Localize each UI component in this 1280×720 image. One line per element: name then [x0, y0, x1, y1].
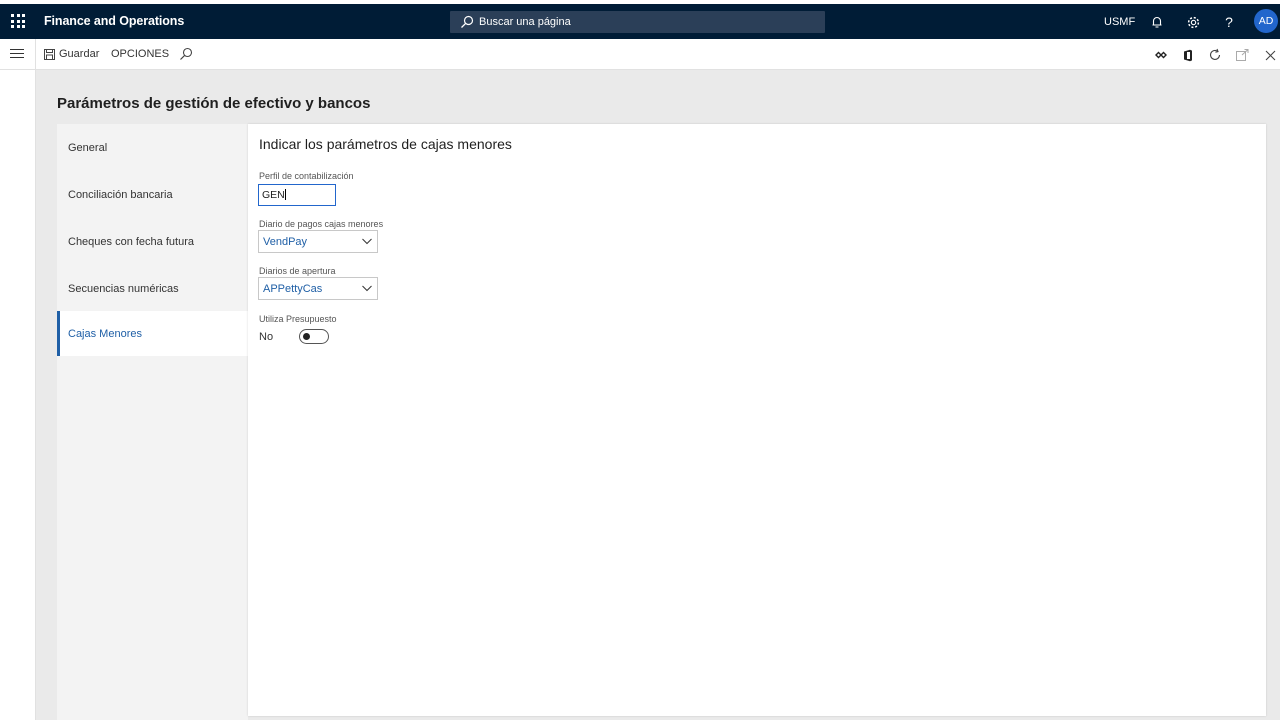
petty-cash-journal-select[interactable]: VendPay [258, 230, 378, 253]
petty-cash-panel [248, 124, 1266, 716]
opening-journal-value: APPettyCas [263, 283, 323, 295]
text-cursor [284, 189, 286, 200]
chevron-down-icon [362, 285, 372, 292]
page-search-box[interactable]: Buscar una página [450, 11, 825, 33]
save-icon [44, 48, 55, 60]
posting-profile-label: Perfil de contabilización [259, 171, 354, 181]
office-icon[interactable] [1180, 47, 1196, 63]
action-bar: Guardar OPCIONES [0, 39, 1280, 70]
hamburger-menu-icon[interactable] [10, 49, 24, 61]
toggle-knob [303, 333, 310, 340]
open-new-window-icon[interactable] [1234, 47, 1250, 63]
refresh-icon[interactable] [1207, 47, 1223, 63]
avatar[interactable]: AD [1254, 9, 1278, 33]
opening-journal-select[interactable]: APPettyCas [258, 277, 378, 300]
chevron-down-icon [362, 238, 372, 245]
use-budget-toggle[interactable] [299, 329, 329, 344]
nav-item-postdated-checks[interactable]: Cheques con fecha futura [57, 219, 248, 264]
gear-icon[interactable] [1182, 11, 1204, 33]
nav-item-number-sequences[interactable]: Secuencias numéricas [57, 266, 248, 311]
settings-nav: General Conciliación bancaria Cheques co… [57, 124, 248, 720]
nav-item-general[interactable]: General [57, 125, 248, 170]
help-icon[interactable]: ? [1218, 11, 1240, 33]
bell-icon[interactable] [1146, 11, 1168, 33]
search-placeholder: Buscar una página [479, 16, 571, 28]
diamond-link-icon[interactable] [1153, 47, 1169, 63]
nav-item-bank-reconciliation[interactable]: Conciliación bancaria [57, 172, 248, 217]
petty-cash-journal-value: VendPay [263, 236, 308, 248]
save-button[interactable]: Guardar [44, 48, 99, 60]
panel-title: Indicar los parámetros de cajas menores [259, 136, 512, 152]
close-icon[interactable] [1262, 47, 1278, 63]
nav-item-petty-cash[interactable]: Cajas Menores [57, 311, 248, 356]
posting-profile-value: GEN [262, 189, 285, 201]
page-title: Parámetros de gestión de efectivo y banc… [57, 95, 371, 112]
posting-profile-input[interactable]: GEN [258, 184, 336, 206]
company-picker[interactable]: USMF [1104, 16, 1135, 28]
app-launcher-icon[interactable] [11, 14, 25, 28]
petty-cash-journal-label: Diario de pagos cajas menores [259, 219, 384, 229]
opening-journal-label: Diarios de apertura [259, 266, 336, 276]
search-icon [461, 15, 474, 28]
app-title[interactable]: Finance and Operations [44, 14, 184, 28]
options-button[interactable]: OPCIONES [111, 48, 169, 60]
find-icon[interactable] [179, 47, 193, 61]
top-nav-bar: Finance and Operations Buscar una página… [0, 0, 1280, 39]
save-button-label: Guardar [59, 48, 100, 60]
use-budget-state: No [259, 331, 274, 343]
use-budget-label: Utiliza Presupuesto [259, 314, 337, 324]
